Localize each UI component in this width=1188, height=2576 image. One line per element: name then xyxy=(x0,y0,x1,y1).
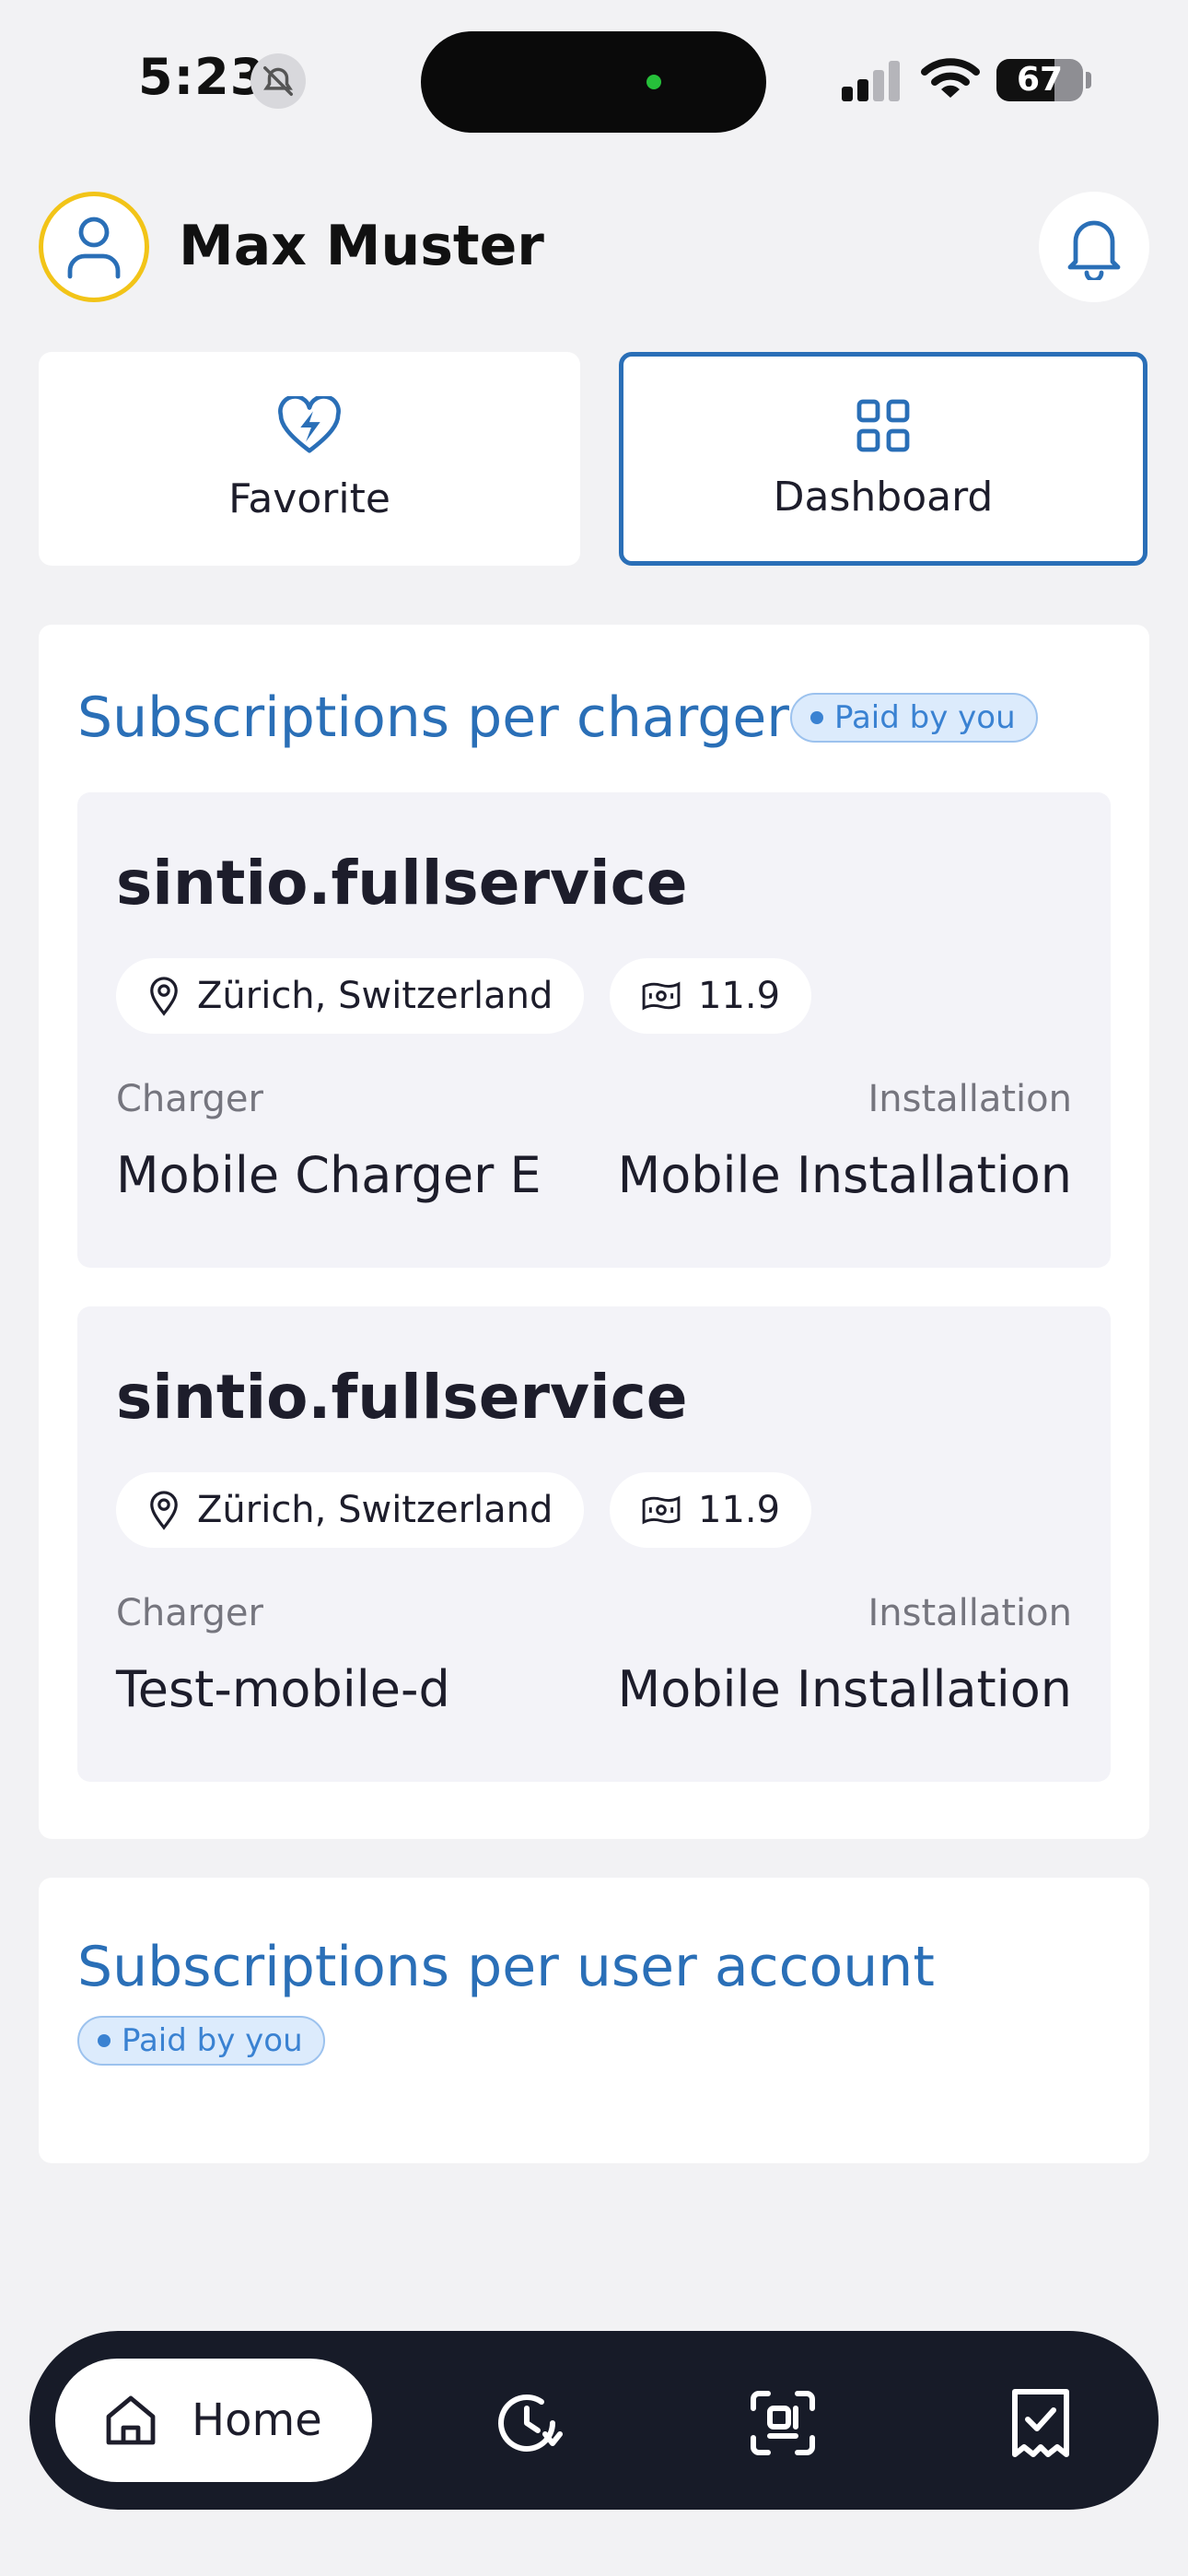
status-time: 5:23 xyxy=(138,48,266,106)
notifications-button[interactable] xyxy=(1039,192,1149,302)
bottom-navigation: Home xyxy=(29,2331,1159,2510)
dashboard-label: Dashboard xyxy=(773,473,994,521)
bell-slash-icon xyxy=(250,53,306,109)
location-pill: Zürich, Switzerland xyxy=(116,958,585,1034)
price-pill: 11.9 xyxy=(610,958,812,1034)
subscriptions-per-charger-card: Subscriptions per charger Paid by you si… xyxy=(39,625,1149,1839)
home-icon xyxy=(106,2395,156,2445)
location-text: Zürich, Switzerland xyxy=(197,975,553,1017)
charger-value: Mobile Charger E xyxy=(116,1146,542,1204)
paid-by-you-badge: Paid by you xyxy=(77,2016,325,2066)
installation-value: Mobile Installation xyxy=(617,1146,1072,1204)
battery-level: 67 xyxy=(1016,61,1064,99)
camera-indicator-dot xyxy=(646,75,661,89)
nav-scan-button[interactable] xyxy=(746,2386,820,2460)
paid-by-you-badge: Paid by you xyxy=(790,693,1038,743)
nav-home-label: Home xyxy=(192,2395,322,2446)
battery-tip xyxy=(1086,72,1091,88)
section-title: Subscriptions per charger xyxy=(77,685,789,750)
subscription-name: sintio.fullservice xyxy=(116,848,688,919)
location-pill: Zürich, Switzerland xyxy=(116,1472,585,1548)
receipt-check-icon xyxy=(1012,2389,1069,2457)
status-bar: 5:23 67 xyxy=(0,0,1188,157)
user-icon xyxy=(67,217,121,279)
nav-history-button[interactable] xyxy=(490,2386,564,2460)
grid-icon xyxy=(856,399,910,451)
location-text: Zürich, Switzerland xyxy=(197,1489,553,1531)
nav-receipt-button[interactable] xyxy=(1004,2386,1077,2460)
favorite-tile[interactable]: Favorite xyxy=(39,352,580,566)
location-pin-icon xyxy=(150,1491,178,1530)
section-title: Subscriptions per user account xyxy=(77,1935,935,1999)
banknote-icon xyxy=(642,981,681,1011)
user-name: Max Muster xyxy=(179,214,544,278)
price-text: 11.9 xyxy=(698,1489,781,1531)
installation-value: Mobile Installation xyxy=(617,1660,1072,1718)
subscription-item[interactable]: sintio.fullservice Zürich, Switzerland 1… xyxy=(77,792,1111,1268)
wifi-icon xyxy=(921,55,980,105)
favorite-label: Favorite xyxy=(228,474,390,522)
scan-icon xyxy=(751,2391,815,2455)
app-screen: 5:23 67 Max Muster Favorite Dashboard Su… xyxy=(0,0,1188,2576)
avatar[interactable] xyxy=(39,192,149,302)
home-indicator-area xyxy=(0,2530,1188,2576)
charger-label: Charger xyxy=(116,1078,263,1120)
cellular-signal-icon xyxy=(842,61,903,105)
banknote-icon xyxy=(642,1495,681,1525)
nav-home-button[interactable]: Home xyxy=(55,2359,372,2482)
installation-label: Installation xyxy=(868,1592,1072,1634)
charger-value: Test-mobile-d xyxy=(116,1660,450,1718)
location-pin-icon xyxy=(150,977,178,1016)
subscriptions-per-user-card: Subscriptions per user account Paid by y… xyxy=(39,1878,1149,2163)
subscription-name: sintio.fullservice xyxy=(116,1362,688,1433)
heart-lightning-icon xyxy=(278,395,341,453)
installation-label: Installation xyxy=(868,1078,1072,1120)
price-pill: 11.9 xyxy=(610,1472,812,1548)
price-text: 11.9 xyxy=(698,975,781,1017)
charger-label: Charger xyxy=(116,1592,263,1634)
history-icon xyxy=(498,2394,563,2452)
dynamic-island xyxy=(421,31,766,133)
bell-icon xyxy=(1067,220,1121,280)
dashboard-tile[interactable]: Dashboard xyxy=(619,352,1147,566)
subscription-item[interactable]: sintio.fullservice Zürich, Switzerland 1… xyxy=(77,1306,1111,1782)
battery-indicator: 67 xyxy=(996,59,1083,101)
